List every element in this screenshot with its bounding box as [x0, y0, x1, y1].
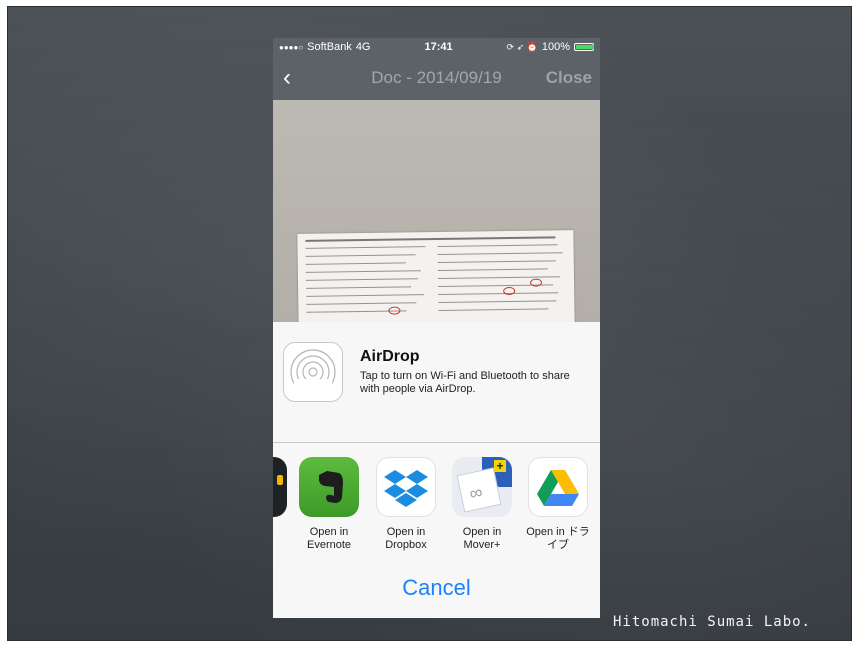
document-preview — [273, 100, 600, 329]
cancel-button[interactable]: Cancel — [273, 575, 600, 601]
dropbox-icon[interactable] — [376, 457, 436, 517]
airdrop-title: AirDrop — [360, 348, 420, 365]
carrier: SoftBank — [307, 41, 352, 53]
status-bar: ●●●●○ SoftBank 4G 17:41 ⟳ ➶ ⏰ 100% — [273, 38, 600, 56]
share-app-partial[interactable] — [273, 457, 293, 517]
close-button[interactable]: Close — [546, 68, 592, 88]
mover-label: Open in Mover+ — [462, 526, 502, 551]
app-partial-icon[interactable] — [273, 457, 287, 517]
status-time: 17:41 — [424, 41, 453, 53]
battery-percent: 100% — [541, 41, 570, 53]
network-type: 4G — [355, 41, 371, 53]
google-drive-label: Open in ドラ イブ — [526, 526, 590, 551]
share-sheet: AirDrop Tap to turn on Wi-Fi and Bluetoo… — [273, 322, 600, 618]
share-apps-row: Open in Evernote Open in Dropbox + ∞ Ope… — [273, 457, 600, 557]
airdrop-section[interactable]: AirDrop Tap to turn on Wi-Fi and Bluetoo… — [273, 322, 600, 443]
handwritten-document-image — [297, 230, 575, 329]
signal-icon: ●●●●○ — [279, 42, 304, 52]
mover-icon[interactable]: + ∞ — [452, 457, 512, 517]
nav-bar: ‹ Doc - 2014/09/19 Close — [273, 56, 600, 100]
phone-screen: ●●●●○ SoftBank 4G 17:41 ⟳ ➶ ⏰ 100% ‹ Doc… — [273, 38, 600, 618]
share-app-mover[interactable]: + ∞ Open in Mover+ — [446, 457, 518, 552]
share-app-google-drive[interactable]: Open in ドラ イブ — [522, 457, 594, 552]
share-app-dropbox[interactable]: Open in Dropbox — [370, 457, 442, 552]
google-drive-icon[interactable] — [528, 457, 588, 517]
airdrop-description: Tap to turn on Wi-Fi and Bluetooth to sh… — [360, 370, 570, 395]
share-app-evernote[interactable]: Open in Evernote — [293, 457, 365, 552]
airdrop-icon[interactable] — [283, 342, 343, 402]
battery-icon — [573, 43, 594, 51]
status-icons: ⟳ ➶ ⏰ — [506, 41, 538, 52]
dropbox-label: Open in Dropbox — [385, 526, 427, 551]
watermark: Hitomachi Sumai Labo. — [612, 614, 811, 630]
evernote-icon[interactable] — [299, 457, 359, 517]
evernote-label: Open in Evernote — [306, 526, 352, 551]
